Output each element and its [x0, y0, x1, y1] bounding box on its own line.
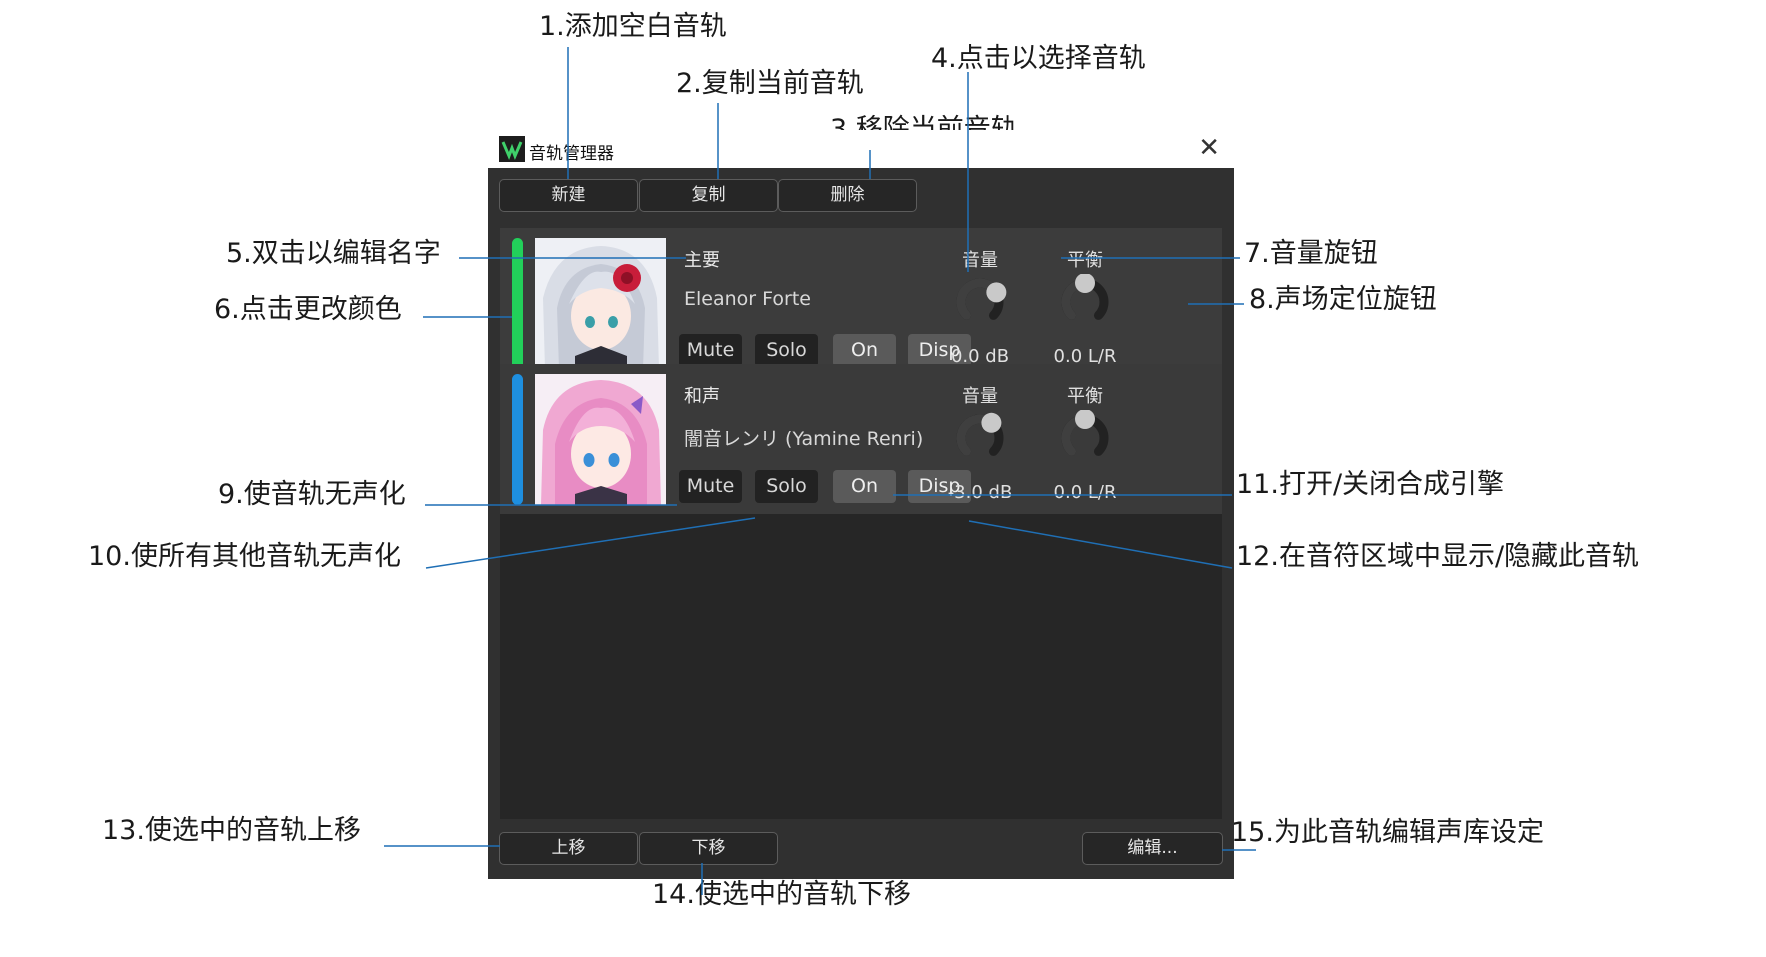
- delete-track-button[interactable]: 删除: [778, 179, 917, 212]
- track-row[interactable]: 和声 闇音レンリ (Yamine Renri) Mute Solo On Dis…: [500, 364, 1222, 514]
- singer-name: 闇音レンリ (Yamine Renri): [684, 428, 924, 450]
- window-titlebar: 音轨管理器 ✕: [488, 130, 1234, 168]
- track-list: 主要 Eleanor Forte Mute Solo On Disp 音量 平衡…: [500, 228, 1222, 819]
- singer-avatar: [535, 374, 666, 505]
- track-manager-window: 新建 复制 删除 主要 Eleanor Forte Mute Solo On D…: [488, 168, 1234, 879]
- singer-name: Eleanor Forte: [684, 288, 811, 310]
- annotation-pan-knob: 8.声场定位旋钮: [1249, 284, 1437, 315]
- annotation-move-up: 13.使选中的音轨上移: [102, 815, 361, 846]
- pan-value: 0.0 L/R: [1053, 482, 1117, 503]
- annotation-move-down: 14.使选中的音轨下移: [652, 879, 911, 910]
- knob-handle[interactable]: [1075, 274, 1095, 293]
- track-color-bar[interactable]: [512, 374, 523, 505]
- solo-button[interactable]: Solo: [755, 334, 818, 367]
- mute-button[interactable]: Mute: [679, 334, 742, 367]
- track-name[interactable]: 主要: [684, 246, 720, 272]
- annotation-solo: 10.使所有其他音轨无声化: [88, 541, 401, 572]
- knob-icon[interactable]: [952, 410, 1008, 466]
- knob-icon[interactable]: [1057, 410, 1113, 466]
- volume-label: 音量: [962, 250, 998, 271]
- annotation-rename-track: 5.双击以编辑名字: [226, 238, 441, 269]
- knob-handle[interactable]: [986, 282, 1007, 303]
- annotation-change-color: 6.点击更改颜色: [214, 294, 402, 325]
- track-color-bar[interactable]: [512, 238, 523, 369]
- engine-on-button[interactable]: On: [833, 470, 896, 503]
- engine-on-button[interactable]: On: [833, 334, 896, 367]
- singer-avatar: [535, 238, 666, 369]
- knob-handle[interactable]: [981, 412, 1002, 433]
- volume-value: -3.0 dB: [947, 482, 1013, 503]
- synthv-logo-icon: [499, 136, 525, 162]
- annotation-volume-knob: 7.音量旋钮: [1244, 238, 1378, 269]
- annotation-edit-voice: 15.为此音轨编辑声库设定: [1231, 817, 1544, 848]
- pan-label: 平衡: [1067, 386, 1103, 407]
- annotation-display-toggle: 12.在音符区域中显示/隐藏此音轨: [1236, 541, 1640, 572]
- knob-icon[interactable]: [952, 274, 1008, 330]
- move-up-button[interactable]: 上移: [499, 832, 638, 865]
- move-down-button[interactable]: 下移: [639, 832, 778, 865]
- volume-label: 音量: [962, 386, 998, 407]
- duplicate-track-button[interactable]: 复制: [639, 179, 778, 212]
- annotation-select-track: 4.点击以选择音轨: [931, 43, 1146, 74]
- annotation-duplicate-track: 2.复制当前音轨: [676, 68, 864, 99]
- knob-handle[interactable]: [1075, 410, 1095, 429]
- mute-button[interactable]: Mute: [679, 470, 742, 503]
- track-row[interactable]: 主要 Eleanor Forte Mute Solo On Disp 音量 平衡…: [500, 228, 1222, 378]
- new-track-button[interactable]: 新建: [499, 179, 638, 212]
- close-icon[interactable]: ✕: [1198, 133, 1220, 163]
- edit-voice-button[interactable]: 编辑...: [1082, 832, 1223, 865]
- annotation-add-track: 1.添加空白音轨: [539, 11, 727, 42]
- knob-icon[interactable]: [1057, 274, 1113, 330]
- annotation-mute: 9.使音轨无声化: [218, 479, 406, 510]
- window-title: 音轨管理器: [529, 144, 614, 164]
- annotation-engine-toggle: 11.打开/关闭合成引擎: [1236, 469, 1505, 500]
- pan-label: 平衡: [1067, 250, 1103, 271]
- solo-button[interactable]: Solo: [755, 470, 818, 503]
- track-name[interactable]: 和声: [684, 382, 720, 408]
